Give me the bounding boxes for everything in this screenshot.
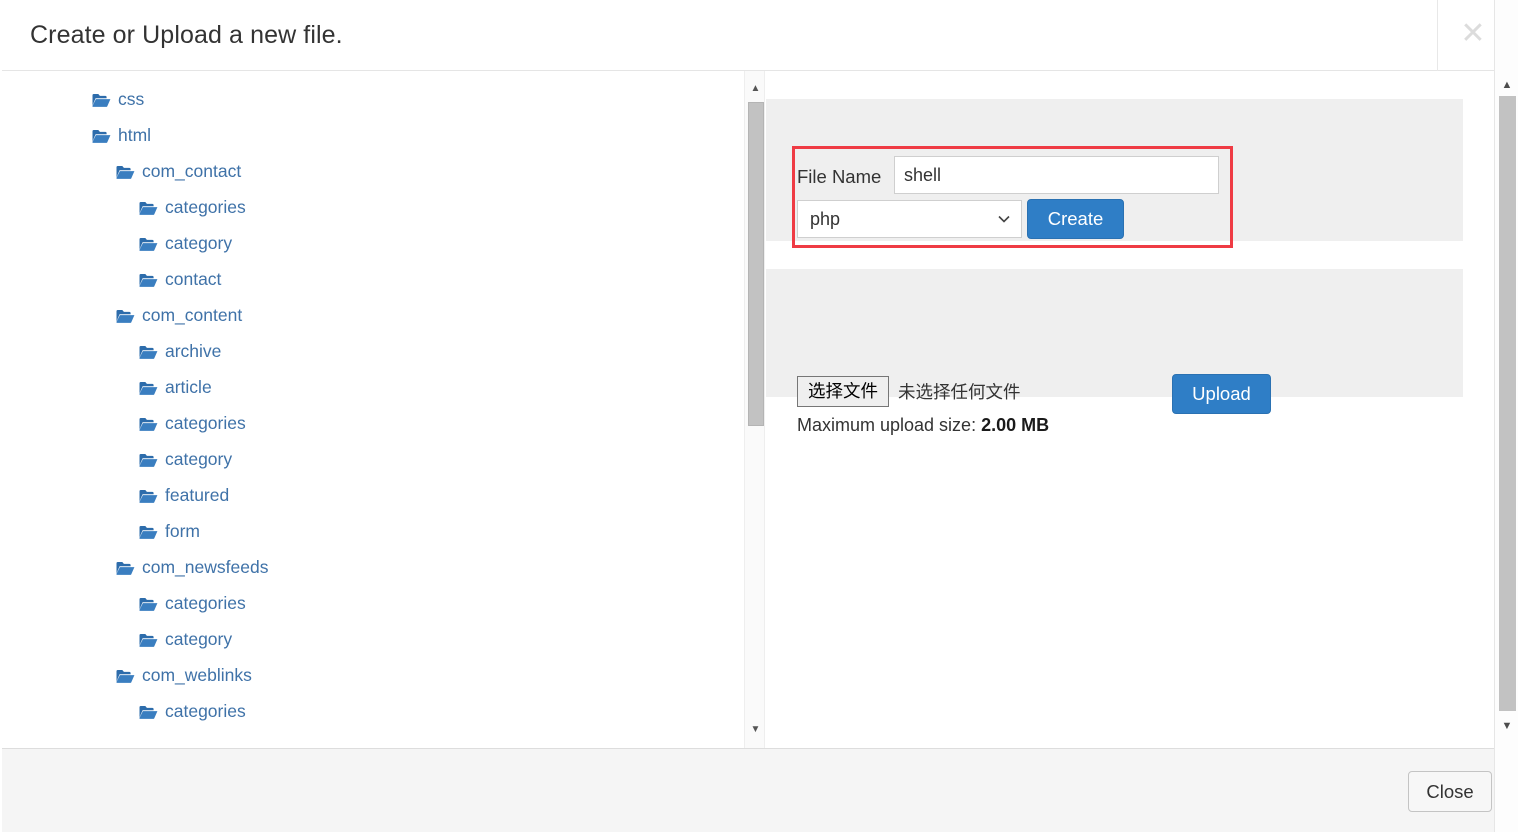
folder-open-icon — [92, 129, 111, 144]
tree-item[interactable]: categories — [0, 189, 744, 225]
tree-item-label: com_weblinks — [142, 665, 252, 685]
file-manager-modal: Create or Upload a new file. ✕ css html co… — [0, 0, 1518, 832]
create-file-panel: File Name php Create — [766, 99, 1463, 248]
tree-item[interactable]: categories — [0, 585, 744, 621]
tree-item[interactable]: contact — [0, 261, 744, 297]
file-name-input[interactable] — [894, 156, 1219, 194]
max-size-value: 2.00 MB — [981, 415, 1050, 435]
directory-tree-pane: css html com_contact categories category cont… — [0, 71, 744, 748]
tree-item-label: category — [165, 629, 233, 649]
folder-open-icon — [139, 345, 158, 360]
tree-item-label: article — [165, 377, 212, 397]
actions-pane: File Name php Create 选择文件未选择任何文件 — [766, 71, 1502, 748]
tree-item-label: contact — [165, 269, 222, 289]
tree-item-label: categories — [165, 701, 246, 721]
tree-item-label: archive — [165, 341, 222, 361]
folder-open-icon — [116, 165, 135, 180]
folder-open-icon — [92, 93, 111, 108]
tree-item-label: categories — [165, 413, 246, 433]
folder-open-icon — [139, 381, 158, 396]
page-scroll-down-icon[interactable]: ▼ — [1495, 715, 1518, 737]
folder-open-icon — [139, 633, 158, 648]
window-left-edge — [0, 0, 2, 832]
tree-item[interactable]: archive — [0, 333, 744, 369]
tree-item-label: css — [118, 89, 145, 109]
tree-item[interactable]: category — [0, 225, 744, 261]
close-icon[interactable]: ✕ — [1455, 16, 1491, 52]
close-button[interactable]: Close — [1408, 771, 1492, 812]
modal-body: css html com_contact categories category cont… — [0, 71, 1502, 748]
choose-file-button[interactable]: 选择文件 — [797, 376, 889, 407]
create-button[interactable]: Create — [1027, 199, 1124, 239]
tree-item-label: category — [165, 233, 233, 253]
tree-item[interactable]: categories — [0, 405, 744, 441]
tree-item[interactable]: category — [0, 621, 744, 657]
tree-scrollbar-thumb[interactable] — [748, 102, 764, 426]
tree-item[interactable]: com_weblinks — [0, 657, 744, 693]
chevron-down-icon — [997, 212, 1011, 226]
header-divider — [1437, 0, 1438, 71]
tree-scrollbar[interactable]: ▲ ▼ — [744, 71, 765, 748]
folder-open-icon — [139, 489, 158, 504]
tree-item[interactable]: form — [0, 513, 744, 549]
tree-item-label: html — [118, 125, 152, 145]
tree-item[interactable]: com_content — [0, 297, 744, 333]
folder-open-icon — [139, 237, 158, 252]
page-scroll-up-icon[interactable]: ▲ — [1495, 74, 1518, 96]
page-scrollbar-thumb[interactable] — [1499, 96, 1516, 711]
tree-item[interactable]: com_newsfeeds — [0, 549, 744, 585]
tree-item-label: form — [165, 521, 200, 541]
tree-scroll-up-icon[interactable]: ▲ — [745, 79, 766, 99]
tree-item[interactable]: article — [0, 369, 744, 405]
tree-scroll-down-icon[interactable]: ▼ — [745, 720, 766, 740]
folder-open-icon — [139, 201, 158, 216]
upload-button[interactable]: Upload — [1172, 374, 1271, 414]
folder-open-icon — [116, 309, 135, 324]
tree-item-label: com_newsfeeds — [142, 557, 269, 577]
max-size-prefix: Maximum upload size: — [797, 415, 982, 435]
max-upload-size-label: Maximum upload size: 2.00 MB — [797, 415, 1049, 436]
file-extension-select[interactable]: php — [797, 200, 1022, 238]
tree-item-label: com_content — [142, 305, 243, 325]
selected-file-status: 未选择任何文件 — [898, 382, 1021, 402]
file-picker[interactable]: 选择文件 未选择任何文件 — [797, 376, 1021, 407]
folder-open-icon — [139, 705, 158, 720]
folder-open-icon — [116, 561, 135, 576]
folder-open-icon — [139, 453, 158, 468]
folder-open-icon — [116, 669, 135, 684]
modal-header: Create or Upload a new file. ✕ — [0, 0, 1502, 71]
modal-footer: Close — [0, 748, 1502, 832]
folder-open-icon — [139, 273, 158, 288]
tree-item[interactable]: featured — [0, 477, 744, 513]
tree-item[interactable]: categories — [0, 693, 744, 729]
file-extension-value: php — [810, 209, 841, 229]
tree-item[interactable]: css — [0, 81, 744, 117]
tree-item[interactable]: html — [0, 117, 744, 153]
tree-item[interactable]: category — [0, 441, 744, 477]
directory-tree-list: css html com_contact categories category cont… — [0, 81, 744, 729]
file-name-label: File Name — [797, 166, 882, 187]
folder-open-icon — [139, 597, 158, 612]
page-scrollbar[interactable]: ▲ ▼ — [1494, 0, 1518, 832]
upload-file-panel: 选择文件 未选择任何文件 Maximum upload size: 2.00 MB… — [766, 269, 1463, 435]
tree-item-label: com_contact — [142, 161, 242, 181]
folder-open-icon — [139, 525, 158, 540]
tree-item-label: categories — [165, 197, 246, 217]
page-title: Create or Upload a new file. — [30, 21, 343, 49]
tree-item-label: category — [165, 449, 233, 469]
tree-item-label: featured — [165, 485, 230, 505]
tree-item[interactable]: com_contact — [0, 153, 744, 189]
tree-item-label: categories — [165, 593, 246, 613]
folder-open-icon — [139, 417, 158, 432]
